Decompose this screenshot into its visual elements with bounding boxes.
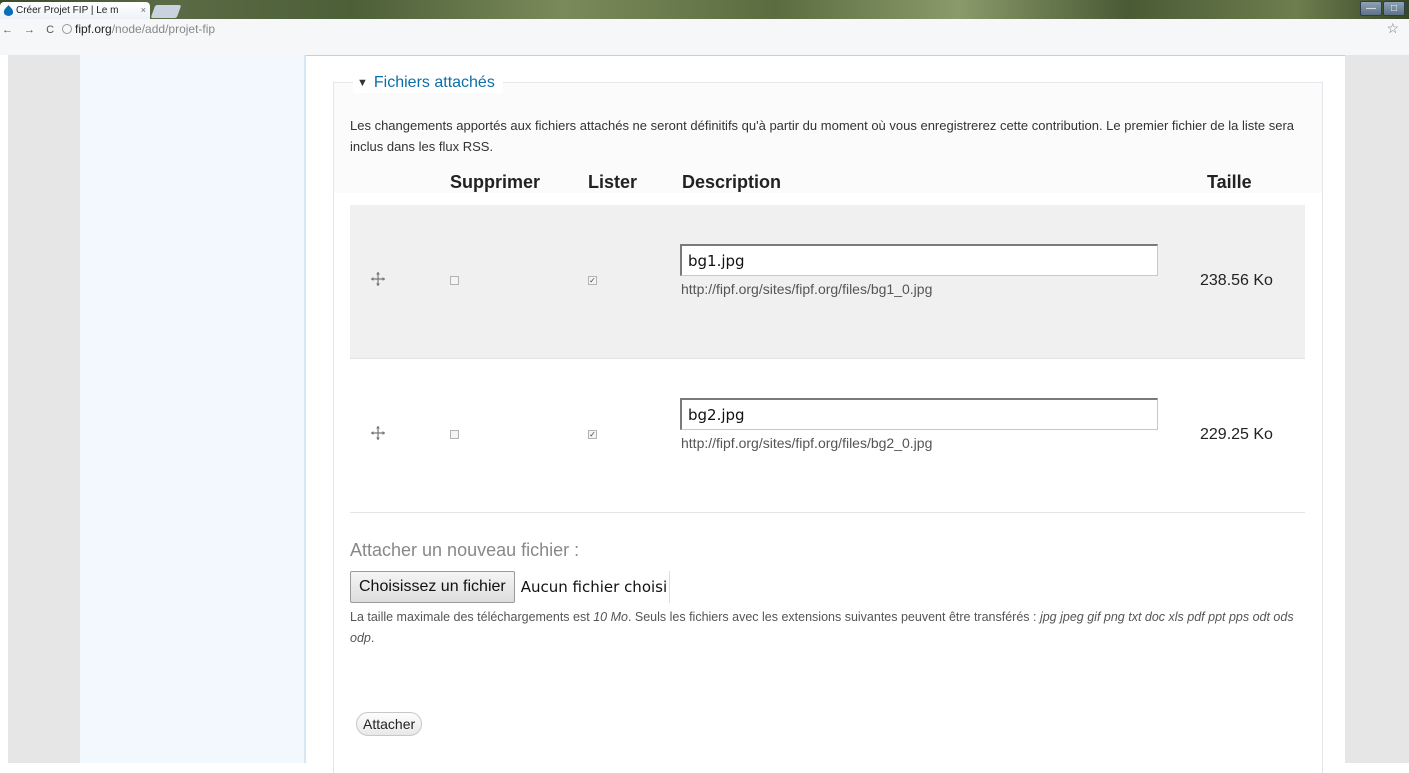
maximize-icon[interactable]: □ — [1383, 1, 1405, 16]
page-info-icon[interactable] — [62, 24, 72, 34]
column-header-size: Taille — [1207, 172, 1252, 192]
new-file-label: Attacher un nouveau fichier : — [350, 540, 580, 560]
list-checkbox[interactable]: ✓ — [588, 430, 597, 439]
collapse-triangle-icon[interactable]: ▼ — [357, 77, 368, 89]
url-host: fipf.org — [75, 22, 112, 36]
page-left-gutter — [0, 55, 80, 763]
help-suffix: . — [370, 631, 375, 645]
no-file-chosen: Aucun fichier choisi — [521, 571, 671, 603]
file-url: http://fipf.org/sites/fipf.org/files/bg1… — [681, 281, 933, 297]
help-prefix: La taille maximale des téléchargements e… — [350, 610, 594, 624]
attachments-description: Les changements apportés aux fichiers at… — [350, 118, 1295, 154]
minimize-icon[interactable]: — — [1360, 1, 1382, 16]
drag-handle-icon[interactable] — [370, 271, 386, 287]
table-row: ✓ bg2.jpg http://fipf.org/sites/fipf.org… — [350, 359, 1305, 513]
column-header-delete: Supprimer — [450, 172, 541, 192]
column-header-description: Description — [682, 172, 782, 192]
bookmark-star-icon[interactable]: ☆ — [1386, 20, 1399, 37]
window-controls: — □ — [1360, 1, 1405, 16]
choose-file-button[interactable]: Choisissez un fichier — [350, 571, 515, 603]
page-left-edge — [0, 55, 8, 763]
page-right-gutter — [1345, 55, 1409, 763]
nav-buttons[interactable]: ← → C — [2, 24, 58, 36]
upload-help-text: La taille maximale des téléchargements e… — [350, 607, 1310, 649]
description-input[interactable]: bg2.jpg — [680, 398, 1158, 430]
attach-button[interactable]: Attacher — [356, 712, 423, 736]
window-titlebar: Créer Projet FIP | Le m × — □ — [0, 0, 1409, 19]
column-header-list: Lister — [588, 172, 638, 192]
file-input[interactable]: Choisissez un fichier Aucun fichier choi… — [350, 570, 671, 604]
new-tab-button[interactable] — [150, 5, 182, 18]
address-bar[interactable]: fipf.org/node/add/projet-fip — [62, 22, 1392, 36]
tab-title: Créer Projet FIP | Le m — [16, 5, 119, 16]
file-size: 229.25 Ko — [1200, 426, 1273, 443]
table-row: ✓ bg1.jpg http://fipf.org/sites/fipf.org… — [350, 205, 1305, 359]
browser-toolbar: ← → C fipf.org/node/add/projet-fip ☆ — [0, 19, 1409, 56]
browser-tab[interactable]: Créer Projet FIP | Le m × — [0, 2, 150, 19]
drupal-favicon-icon — [3, 5, 14, 16]
delete-checkbox[interactable] — [450, 430, 459, 439]
page-sidebar — [80, 55, 306, 763]
delete-checkbox[interactable] — [450, 276, 459, 285]
url-path: /node/add/projet-fip — [111, 22, 216, 36]
help-middle: . Seuls les fichiers avec les extensions… — [627, 610, 1040, 624]
file-size: 238.56 Ko — [1200, 272, 1273, 289]
list-checkbox[interactable]: ✓ — [588, 276, 597, 285]
drag-handle-icon[interactable] — [370, 425, 386, 441]
fieldset-legend[interactable]: ▼ Fichiers attachés — [353, 73, 503, 93]
file-url: http://fipf.org/sites/fipf.org/files/bg2… — [681, 435, 933, 451]
tab-close-icon[interactable]: × — [141, 2, 146, 19]
help-max-size: 10 Mo — [593, 610, 628, 624]
fieldset-legend-label: Fichiers attachés — [373, 74, 495, 91]
description-input[interactable]: bg1.jpg — [680, 244, 1158, 276]
